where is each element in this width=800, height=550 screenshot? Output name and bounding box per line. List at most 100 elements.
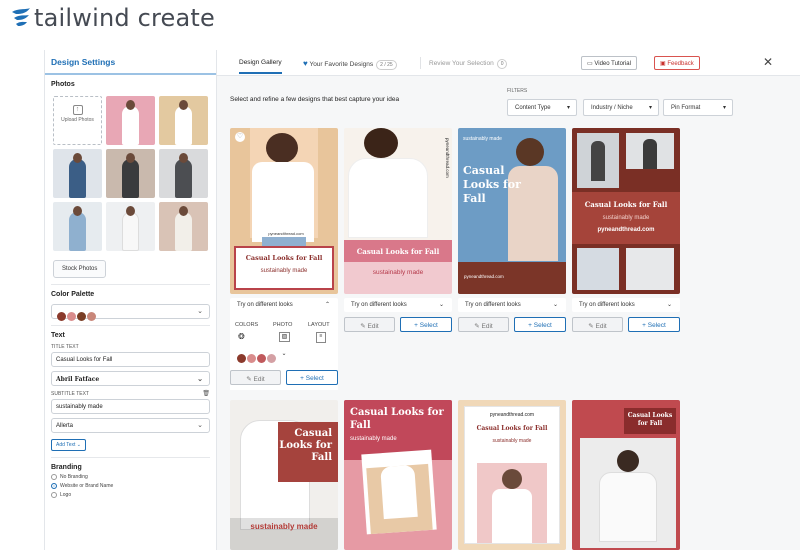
pencil-icon: ✎ bbox=[588, 323, 594, 330]
upload-photos-button[interactable]: ↑ Upload Photos bbox=[53, 96, 102, 145]
photo-thumb[interactable] bbox=[159, 96, 208, 145]
pin-design-card[interactable]: pyneandthread.com Casual Looks for Fall … bbox=[344, 128, 452, 294]
edit-button[interactable]: ✎ Edit bbox=[458, 317, 509, 332]
photo-thumb[interactable] bbox=[106, 202, 155, 251]
edit-button[interactable]: ✎ Edit bbox=[572, 317, 623, 332]
pin-title-band: Casual Looks for Fall sustainably made p… bbox=[572, 192, 680, 244]
pin-title: Casual Looks for Fall bbox=[627, 412, 673, 427]
chevron-down-icon[interactable]: ⌄ bbox=[281, 351, 286, 357]
layout-icon[interactable]: ≡ bbox=[316, 332, 326, 343]
pin-frame: pyneandthread.com Casual Looks for Fall … bbox=[464, 406, 560, 544]
try-looks-toggle[interactable]: Try on different looks ⌄ bbox=[458, 298, 566, 312]
pin-photo bbox=[626, 133, 674, 169]
select-label: Select bbox=[419, 322, 438, 329]
photo-thumb[interactable] bbox=[106, 96, 155, 145]
pin-title-band: Casual Looks for Fall bbox=[344, 240, 452, 262]
pin-text-box: Casual Looks for Fall sustainably made bbox=[234, 246, 334, 290]
feedback-button[interactable]: ▣ Feedback bbox=[654, 56, 700, 70]
color-swatch[interactable] bbox=[267, 354, 276, 363]
try-looks-label: Try on different looks bbox=[579, 302, 635, 308]
tab-review[interactable]: Review Your Selection 0 bbox=[429, 59, 508, 69]
pin-photo bbox=[577, 248, 619, 290]
add-text-button[interactable]: Add Text ⌄ bbox=[51, 439, 86, 451]
filters-label: FILTERS bbox=[507, 88, 528, 94]
try-looks-toggle[interactable]: Try on different looks ⌄ bbox=[344, 298, 452, 312]
subtitle-text-input[interactable]: sustainably made bbox=[51, 399, 210, 414]
stock-photos-button[interactable]: Stock Photos bbox=[53, 260, 107, 278]
branding-heading: Branding bbox=[51, 464, 82, 471]
palette-swatch bbox=[57, 312, 66, 321]
photo-thumb[interactable] bbox=[53, 149, 102, 198]
branding-option-logo[interactable]: Logo bbox=[51, 492, 210, 498]
review-count-badge: 0 bbox=[496, 59, 508, 69]
radio-icon bbox=[51, 492, 57, 498]
pin-design-card[interactable]: Casual Looks for Fall sustainably made bbox=[230, 400, 338, 550]
pin-design-card[interactable]: pyneandthread.com Casual Looks for Fall … bbox=[458, 400, 566, 550]
pin-title: Casual Looks for Fall bbox=[584, 200, 668, 209]
select-label: Select bbox=[647, 322, 666, 329]
photo-thumb[interactable] bbox=[159, 202, 208, 251]
palette-swatch bbox=[67, 312, 76, 321]
color-swatch[interactable] bbox=[237, 354, 246, 363]
video-tutorial-button[interactable]: ▭ Video Tutorial bbox=[581, 56, 637, 70]
palette-icon[interactable]: ❂ bbox=[238, 332, 245, 341]
branding-option-none[interactable]: No Branding bbox=[51, 474, 210, 480]
pin-subtitle-band: sustainably made bbox=[344, 262, 452, 294]
filter-content-type[interactable]: Content Type ▾ bbox=[507, 99, 577, 116]
select-button[interactable]: + Select bbox=[628, 317, 680, 332]
tab-design-gallery[interactable]: Design Gallery bbox=[239, 59, 282, 74]
color-swatch[interactable] bbox=[257, 354, 266, 363]
pencil-icon: ✎ bbox=[246, 376, 252, 383]
title-text-input[interactable]: Casual Looks for Fall bbox=[51, 352, 210, 367]
edit-button[interactable]: ✎ Edit bbox=[230, 370, 281, 385]
gallery-instruction: Select and refine a few designs that bes… bbox=[230, 96, 400, 103]
title-font-select[interactable]: Abril Fatface ⌄ bbox=[51, 371, 210, 386]
close-icon[interactable]: ✕ bbox=[763, 55, 773, 69]
edit-button[interactable]: ✎ Edit bbox=[344, 317, 395, 332]
pin-design-card[interactable]: Casual Looks for Fall bbox=[572, 400, 680, 550]
select-button[interactable]: + Select bbox=[286, 370, 338, 385]
app-window: Design Settings Photos ↑ Upload Photos S… bbox=[44, 50, 800, 550]
pin-subtitle: sustainably made bbox=[260, 268, 308, 274]
pin-photo-head bbox=[516, 138, 544, 166]
select-button[interactable]: + Select bbox=[400, 317, 452, 332]
branding-option-website[interactable]: Website or Brand Name bbox=[51, 483, 210, 489]
filter-pin-format[interactable]: Pin Format ▾ bbox=[663, 99, 733, 116]
tab-favorites[interactable]: ♥ Your Favorite Designs 2 / 25 bbox=[303, 59, 397, 70]
color-palette-select[interactable]: ⌄ bbox=[51, 304, 210, 321]
feedback-icon: ▣ bbox=[660, 61, 666, 67]
subtitle-font-select[interactable]: Allerta ⌄ bbox=[51, 418, 210, 433]
chevron-down-icon: ⌄ bbox=[197, 374, 203, 383]
heart-outline-icon[interactable]: ♡ bbox=[235, 132, 245, 142]
layout-label: LAYOUT bbox=[308, 322, 330, 328]
pin-photo bbox=[577, 133, 619, 188]
edit-label: Edit bbox=[481, 323, 493, 330]
brand-header: tailwind create bbox=[0, 0, 800, 44]
trash-icon[interactable]: 🗑 bbox=[202, 390, 210, 397]
pin-design-card[interactable]: Casual Looks for Fall sustainably made bbox=[344, 400, 452, 550]
color-palette-heading: Color Palette bbox=[51, 291, 95, 298]
select-button[interactable]: + Select bbox=[514, 317, 566, 332]
pin-design-card[interactable]: sustainably made Casual Looks for Fall p… bbox=[458, 128, 566, 294]
upload-icon: ↑ bbox=[72, 105, 83, 115]
design-gallery-main: Design Gallery ♥ Your Favorite Designs 2 … bbox=[217, 50, 800, 550]
pin-title: Casual Looks for Fall bbox=[350, 407, 444, 431]
photo-thumb[interactable] bbox=[53, 202, 102, 251]
try-looks-toggle[interactable]: Try on different looks ⌄ bbox=[572, 298, 680, 312]
pin-photo bbox=[366, 463, 433, 535]
pin-site: pyneandthread.com bbox=[489, 412, 535, 418]
photos-heading: Photos bbox=[51, 81, 75, 88]
radio-icon bbox=[51, 474, 57, 480]
pin-subtitle: sustainably made bbox=[492, 438, 532, 444]
filter-industry-niche[interactable]: Industry / Niche ▾ bbox=[583, 99, 659, 116]
photo-thumb[interactable] bbox=[106, 149, 155, 198]
pin-title-box: Casual Looks for Fall bbox=[278, 422, 338, 482]
photo-shuffle-icon[interactable]: ▨ bbox=[279, 332, 290, 342]
pin-design-card[interactable]: Casual Looks for Fall sustainably made p… bbox=[572, 128, 680, 294]
chevron-down-icon: ⌄ bbox=[552, 302, 558, 308]
color-swatch[interactable] bbox=[247, 354, 256, 363]
pin-design-card[interactable]: ♡ Casual Looks for Fall sustainably made… bbox=[230, 128, 338, 294]
photo-thumb[interactable] bbox=[159, 149, 208, 198]
pin-photo-shirt bbox=[348, 158, 428, 238]
pin-subtitle: sustainably made bbox=[602, 215, 650, 221]
